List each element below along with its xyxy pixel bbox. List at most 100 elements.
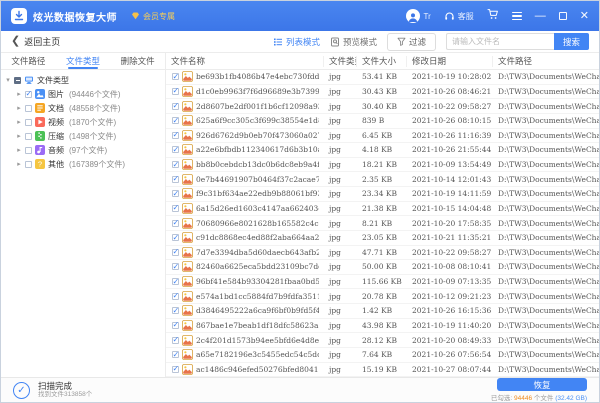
close-button[interactable]: ✕ [580, 11, 589, 22]
row-checkbox[interactable] [172, 322, 179, 329]
minimize-button[interactable]: — [535, 11, 546, 22]
tree-item-document[interactable]: ▸ 文档 (48558个文件) [1, 101, 165, 115]
table-row[interactable]: e574a1bd1cc5884fd7b9fdfa3511f3fc_t.jpg j… [166, 289, 599, 304]
filter-button[interactable]: 过滤 [387, 33, 436, 51]
table-row[interactable]: ac1486c946efed50276bfed8041100b1.jpg jpg… [166, 363, 599, 378]
row-checkbox[interactable] [172, 278, 179, 285]
user-account[interactable]: Tr [406, 9, 431, 23]
expand-arrow-icon[interactable]: ▸ [16, 146, 22, 154]
table-row[interactable]: a65e7182196e3c5455edc54c5dc912a9_t.jpg j… [166, 348, 599, 363]
file-table: 文件名称 文件类型 文件大小 修改日期 文件路径 be693b1fb4086b4… [166, 53, 599, 377]
tree-item-video[interactable]: ▸ 视频 (1870个文件) [1, 115, 165, 129]
table-row[interactable]: f9c31bf634ae22edb9b88061bf93dac5_t.jpg j… [166, 187, 599, 202]
row-checkbox[interactable] [172, 132, 179, 139]
table-row[interactable]: bb8b0cebdcb13dc0b6dc8eb9a4fdb090_t.jpg j… [166, 158, 599, 173]
tree-item-checkbox[interactable] [25, 105, 32, 112]
row-checkbox[interactable] [172, 117, 179, 124]
table-row[interactable]: 926d6762d9b0eb70f473060a0275eff5_t.jpg j… [166, 129, 599, 144]
header-file-name[interactable]: 文件名称 [166, 56, 324, 67]
row-checkbox[interactable] [172, 103, 179, 110]
tree-item-checkbox[interactable] [25, 133, 32, 140]
expand-arrow-icon[interactable]: ▸ [16, 104, 22, 112]
cart-button[interactable] [487, 7, 499, 25]
recover-button[interactable]: 恢复 [497, 378, 587, 391]
table-row[interactable]: 0e7b44691907b0464f37c2acae76f805.jpg jpg… [166, 172, 599, 187]
table-row[interactable]: be693b1fb4086b47e4ebc730fdd2655c_t.jpg j… [166, 70, 599, 85]
tab-deleted-files[interactable]: 删除文件 [110, 53, 165, 69]
row-checkbox[interactable] [172, 293, 179, 300]
row-checkbox[interactable] [172, 88, 179, 95]
expand-arrow-icon[interactable]: ▸ [16, 160, 22, 168]
table-row[interactable]: c91dc8868ec4ed88f2aba664aa2eee18.jpg jpg… [166, 231, 599, 246]
tree-item-label: 压缩 [48, 131, 64, 142]
file-size: 115.66 KB [357, 277, 407, 286]
menu-button[interactable] [512, 12, 522, 20]
row-checkbox[interactable] [172, 234, 179, 241]
customer-service[interactable]: 客服 [444, 11, 474, 22]
table-row[interactable]: 867bae1e7beab1df18dfc58623a3290d.jpg jpg… [166, 319, 599, 334]
tree-item-label: 音频 [48, 145, 64, 156]
row-checkbox[interactable] [172, 220, 179, 227]
tree-item-checkbox[interactable] [25, 91, 32, 98]
table-row[interactable]: 625a6f9cc305c3f699c38554e1d8d80f.jpg jpg… [166, 114, 599, 129]
header-modified-date[interactable]: 修改日期 [407, 56, 493, 67]
tree-item-checkbox[interactable] [25, 161, 32, 168]
row-checkbox[interactable] [172, 263, 179, 270]
tree-item-checkbox[interactable] [25, 119, 32, 126]
table-row[interactable]: 2d8607be2df001f1b6cf12098a93b928.jpg jpg… [166, 99, 599, 114]
table-row[interactable]: 7d7e3394dba5d60daecb643afb2f1119.jpg jpg… [166, 246, 599, 261]
maximize-button[interactable] [559, 12, 567, 20]
video-icon [35, 117, 45, 127]
back-home-button[interactable]: ❮ 返回主页 [11, 35, 60, 48]
row-checkbox[interactable] [172, 176, 179, 183]
header-file-path[interactable]: 文件路径 [493, 56, 599, 67]
row-checkbox[interactable] [172, 307, 179, 314]
search-input[interactable] [446, 33, 554, 50]
tree-item-archive[interactable]: ▸ 压缩 (1498个文件) [1, 129, 165, 143]
computer-icon [24, 75, 34, 85]
cart-icon [487, 8, 499, 20]
file-path: D:\TW3\Documents\WeChat Files\WeC [493, 116, 599, 125]
vip-badge[interactable]: 会员专属 [131, 11, 175, 22]
tree-item-other[interactable]: ▸ 其他 (167389个文件) [1, 157, 165, 171]
file-path: D:\TW3\Documents\WeChat Files\WeC [493, 365, 599, 374]
tree-item-audio[interactable]: ▸ 音频 (97个文件) [1, 143, 165, 157]
file-type: jpg [324, 189, 357, 198]
file-path: D:\TW3\Documents\WeChat Files\WeC [493, 87, 599, 96]
row-checkbox[interactable] [172, 366, 179, 373]
table-row[interactable]: d3846495222a6ca9f6bf0b9fd5f42f16b.jpg jp… [166, 304, 599, 319]
expand-arrow-icon[interactable]: ▸ [16, 90, 22, 98]
row-checkbox[interactable] [172, 73, 179, 80]
header-file-size[interactable]: 文件大小 [357, 56, 407, 67]
tab-file-path[interactable]: 文件路径 [1, 53, 56, 69]
table-row[interactable]: 6a15d26ed1603c4147aa662403df293d_t.jpg j… [166, 202, 599, 217]
expand-arrow-icon[interactable]: ▸ [16, 118, 22, 126]
row-checkbox[interactable] [172, 337, 179, 344]
tree-item-image[interactable]: ▸ 图片 (94446个文件) [1, 87, 165, 101]
table-row[interactable]: d1c0eb9963f7f6d96689e3b73991f354.jpg jpg… [166, 85, 599, 100]
table-row[interactable]: 70680966e8021628b165582c4c0d2e05.jpg jpg… [166, 216, 599, 231]
file-size: 6.45 KB [357, 131, 407, 140]
expand-arrow-icon[interactable]: ▾ [5, 76, 11, 84]
file-name: 867bae1e7beab1df18dfc58623a3290d.jpg [196, 321, 319, 330]
table-row[interactable]: 2c4f201d1573b94ee5bfd6e4d8e2345a_t.jpg j… [166, 333, 599, 348]
table-row[interactable]: 96bf41e584b93304281fbaa0bd5c302d_t.jpg j… [166, 275, 599, 290]
row-checkbox[interactable] [172, 190, 179, 197]
tree-item-checkbox[interactable] [25, 147, 32, 154]
row-checkbox[interactable] [172, 161, 179, 168]
preview-mode-button[interactable]: 预览模式 [330, 36, 377, 48]
search-button[interactable]: 搜索 [554, 33, 589, 50]
tab-file-type[interactable]: 文件类型 [56, 53, 111, 69]
tree-root-file-type[interactable]: ▾ 文件类型 [1, 73, 165, 87]
header-file-type[interactable]: 文件类型 [324, 56, 357, 67]
row-checkbox[interactable] [172, 249, 179, 256]
list-mode-button[interactable]: 列表模式 [273, 36, 320, 48]
row-checkbox[interactable] [172, 146, 179, 153]
row-checkbox[interactable] [172, 205, 179, 212]
file-type-root-checkbox[interactable] [14, 77, 21, 84]
table-row[interactable]: a22e6bfbdb112340617d6b3b10a00210.jpg jpg… [166, 143, 599, 158]
row-checkbox[interactable] [172, 351, 179, 358]
file-size: 4.18 KB [357, 145, 407, 154]
table-row[interactable]: 82460a6625eca5bdd23109bc7dcca2e_t.jpg jp… [166, 260, 599, 275]
expand-arrow-icon[interactable]: ▸ [16, 132, 22, 140]
